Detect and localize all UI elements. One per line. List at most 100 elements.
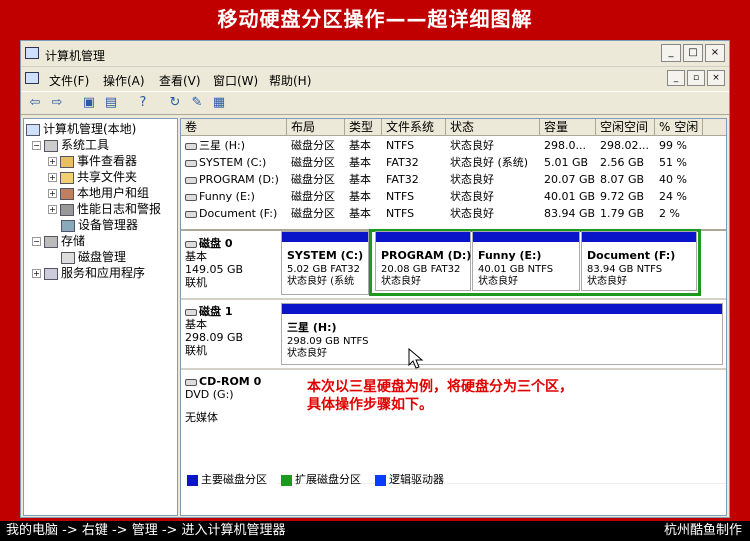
column-free-space[interactable]: 空闲空间: [596, 119, 655, 136]
table-cell-layout: 磁盘分区: [291, 156, 335, 169]
menu-bar: 文件(F) 操作(A) 查看(V) 窗口(W) 帮助(H) _ ▫ ×: [21, 68, 729, 90]
column-volume[interactable]: 卷: [181, 119, 287, 136]
up-folder-icon[interactable]: ▣: [79, 94, 99, 112]
partition-funny-e[interactable]: Funny (E:) 40.01 GB NTFS 状态良好: [472, 231, 580, 291]
menu-window[interactable]: 窗口(W): [213, 72, 258, 89]
tree-item-root[interactable]: 计算机管理(本地): [26, 121, 136, 137]
export-list-icon[interactable]: ▦: [209, 94, 229, 112]
show-hide-tree-icon[interactable]: ▤: [101, 94, 121, 112]
column-status[interactable]: 状态: [446, 119, 540, 136]
volume-icon: [185, 159, 197, 167]
extended-swatch: [281, 474, 292, 486]
users-icon: [60, 187, 74, 200]
footer-bar: 我的电脑 -> 右键 -> 管理 -> 进入计算机管理器 杭州酷鱼制作: [0, 521, 750, 541]
logical-swatch: [375, 474, 386, 486]
collapse-icon[interactable]: −: [32, 237, 41, 246]
menu-view[interactable]: 查看(V): [159, 72, 201, 89]
primary-swatch: [187, 474, 198, 486]
volume-icon: [185, 210, 197, 218]
table-row[interactable]: SYSTEM (C:) 磁盘分区 基本 FAT32 状态良好 (系统) 5.01 GB 2.…: [181, 154, 726, 171]
title-bar[interactable]: 计算机管理 _ □ ×: [21, 41, 729, 67]
tree-item-local-users[interactable]: + 本地用户和组: [48, 185, 149, 201]
table-cell-vol: SYSTEM (C:): [181, 154, 266, 171]
menu-help[interactable]: 帮助(H): [269, 72, 311, 89]
column-percent-free[interactable]: % 空闲: [655, 119, 703, 136]
menu-action[interactable]: 操作(A): [103, 72, 145, 89]
tree-item-services[interactable]: + 服务和应用程序: [32, 265, 145, 281]
expand-icon[interactable]: +: [48, 189, 57, 198]
column-filesystem[interactable]: 文件系统: [382, 119, 446, 136]
table-row[interactable]: PROGRAM (D:) 磁盘分区 基本 FAT32 状态良好 20.07 GB 8.07 …: [181, 171, 726, 188]
tree-item-storage[interactable]: − 存储: [32, 233, 85, 249]
device-manager-icon: [61, 219, 75, 232]
expand-icon[interactable]: +: [32, 269, 41, 278]
table-cell-cap: 298.0...: [544, 139, 586, 152]
partition-samsung-h[interactable]: 三星 (H:) 298.09 GB NTFS 状态良好: [281, 303, 723, 365]
table-cell-vol: Funny (E:): [181, 188, 255, 205]
disk-1-info[interactable]: 磁盘 1 基本 298.09 GB 联机: [185, 305, 277, 357]
table-cell-fs: NTFS: [386, 190, 415, 203]
mdi-restore-button[interactable]: ▫: [687, 70, 705, 86]
cdrom-0-info[interactable]: CD-ROM 0 DVD (G:) 无媒体: [185, 375, 277, 424]
close-button[interactable]: ×: [705, 44, 725, 62]
mdi-close-button[interactable]: ×: [707, 70, 725, 86]
window-title: 计算机管理: [45, 49, 106, 63]
legend-extended: 扩展磁盘分区: [281, 471, 361, 487]
volume-list-header: 卷 布局 类型 文件系统 状态 容量 空闲空间 % 空闲: [181, 119, 726, 136]
table-cell-layout: 磁盘分区: [291, 190, 335, 203]
tree-item-perf-logs[interactable]: + 性能日志和警报: [48, 201, 161, 217]
refresh-icon[interactable]: ↻: [165, 94, 185, 112]
table-cell-status: 状态良好: [450, 139, 494, 152]
expand-icon[interactable]: +: [48, 205, 57, 214]
mdi-minimize-button[interactable]: _: [667, 70, 685, 86]
console-tree: 计算机管理(本地) − 系统工具 + 事件查看器 + 共享文件夹 + 本地用户和组 + 性…: [23, 118, 178, 516]
footer-navigation-path: 我的电脑 -> 右键 -> 管理 -> 进入计算机管理器: [6, 523, 286, 538]
instruction-annotation: 本次以三星硬盘为例，将硬盘分为三个区， 具体操作步骤如下。: [307, 379, 573, 413]
forward-arrow-icon[interactable]: ⇨: [47, 94, 67, 112]
tree-item-device-manager[interactable]: 设备管理器: [61, 217, 138, 233]
table-row[interactable]: Funny (E:) 磁盘分区 基本 NTFS 状态良好 40.01 GB 9.72 GB 2…: [181, 188, 726, 205]
minimize-button[interactable]: _: [661, 44, 681, 62]
table-cell-type: 基本: [349, 207, 371, 220]
table-cell-type: 基本: [349, 173, 371, 186]
tree-item-shared-folders[interactable]: + 共享文件夹: [48, 169, 137, 185]
partition-system-c[interactable]: SYSTEM (C:) 5.02 GB FAT32 状态良好 (系统: [281, 231, 369, 295]
details-pane: 卷 布局 类型 文件系统 状态 容量 空闲空间 % 空闲 三星 (H:) 磁盘分区…: [180, 118, 727, 516]
tree-item-system-tools[interactable]: − 系统工具: [32, 137, 109, 153]
help-icon[interactable]: ?: [133, 94, 153, 112]
column-type[interactable]: 类型: [345, 119, 382, 136]
maximize-button[interactable]: □: [683, 44, 703, 62]
table-cell-layout: 磁盘分区: [291, 173, 335, 186]
table-cell-pct: 2 %: [659, 207, 680, 220]
table-cell-free: 298.02...: [600, 139, 649, 152]
services-icon: [44, 267, 58, 280]
expand-icon[interactable]: +: [48, 157, 57, 166]
computer-icon: [25, 47, 39, 59]
back-arrow-icon[interactable]: ⇦: [25, 94, 45, 112]
table-cell-vol: Document (F:): [181, 205, 277, 222]
legend-primary: 主要磁盘分区: [187, 471, 267, 487]
disk-0-info[interactable]: 磁盘 0 基本 149.05 GB 联机: [185, 237, 277, 289]
mouse-cursor-icon: [408, 348, 424, 369]
partition-program-d[interactable]: PROGRAM (D:) 20.08 GB FAT32 状态良好: [375, 231, 471, 291]
column-capacity[interactable]: 容量: [540, 119, 596, 136]
computer-management-window: 计算机管理 _ □ × 文件(F) 操作(A) 查看(V) 窗口(W) 帮助(H…: [20, 40, 730, 518]
menu-file[interactable]: 文件(F): [49, 72, 89, 89]
column-layout[interactable]: 布局: [287, 119, 345, 136]
collapse-icon[interactable]: −: [32, 141, 41, 150]
table-cell-cap: 40.01 GB: [544, 190, 596, 203]
expand-icon[interactable]: +: [48, 173, 57, 182]
properties-icon[interactable]: ✎: [187, 94, 207, 112]
disk-icon: [185, 240, 197, 248]
table-cell-vol: 三星 (H:): [181, 137, 245, 154]
event-viewer-icon: [60, 155, 74, 168]
table-cell-vol: PROGRAM (D:): [181, 171, 279, 188]
table-row[interactable]: 三星 (H:) 磁盘分区 基本 NTFS 状态良好 298.0... 298.02... 99…: [181, 137, 726, 154]
table-cell-cap: 20.07 GB: [544, 173, 596, 186]
partition-document-f[interactable]: Document (F:) 83.94 GB NTFS 状态良好: [581, 231, 697, 291]
performance-icon: [60, 203, 74, 216]
tree-item-disk-management[interactable]: 磁盘管理: [61, 249, 126, 265]
tree-item-event-viewer[interactable]: + 事件查看器: [48, 153, 137, 169]
table-cell-layout: 磁盘分区: [291, 139, 335, 152]
table-row[interactable]: Document (F:) 磁盘分区 基本 NTFS 状态良好 83.94 GB 1.79 …: [181, 205, 726, 222]
